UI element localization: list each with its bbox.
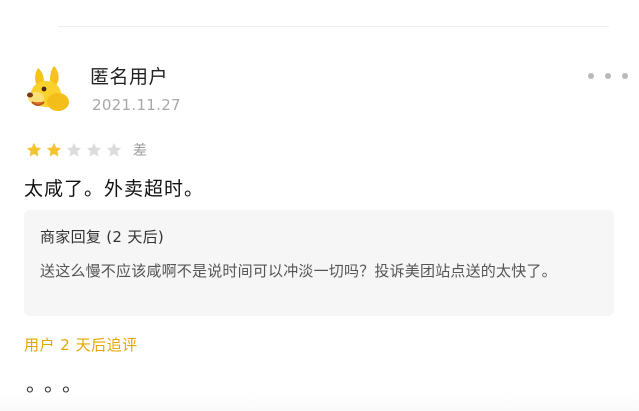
merchant-reply-text: 送这么慢不应该咸啊不是说时间可以冲淡一切吗？投诉美团站点送的太快了。 — [40, 262, 557, 280]
merchant-reply-title: 商家回复 (2 天后) — [40, 228, 165, 246]
more-dots-icon — [588, 73, 594, 79]
review-date: 2021.11.27 — [92, 96, 181, 114]
more-dots-icon — [605, 73, 611, 79]
more-options-button[interactable] — [588, 66, 628, 86]
review-card: 匿名用户 2021.11.27 差 太咸了。外卖超时。 商家回复 (2 天后) … — [0, 0, 639, 411]
avatar[interactable] — [22, 62, 74, 114]
star-icon — [106, 142, 122, 157]
more-dots-icon — [622, 73, 628, 79]
review-text: 太咸了。外卖超时。 — [24, 178, 205, 200]
merchant-reply: 商家回复 (2 天后) 送这么慢不应该咸啊不是说时间可以冲淡一切吗？投诉美团站点… — [24, 210, 614, 316]
rating-label: 差 — [133, 143, 147, 159]
bottom-fade — [0, 391, 639, 411]
followup-label[interactable]: 用户 2 天后追评 — [24, 334, 138, 355]
star-icon — [86, 142, 102, 157]
star-icon — [46, 142, 62, 157]
yellow-dog-avatar-icon — [22, 62, 74, 114]
star-icon — [66, 142, 82, 157]
stars — [25, 141, 125, 159]
divider — [58, 26, 609, 27]
username: 匿名用户 — [90, 66, 169, 88]
star-rating: 差 — [25, 140, 147, 160]
star-icon — [26, 142, 42, 157]
